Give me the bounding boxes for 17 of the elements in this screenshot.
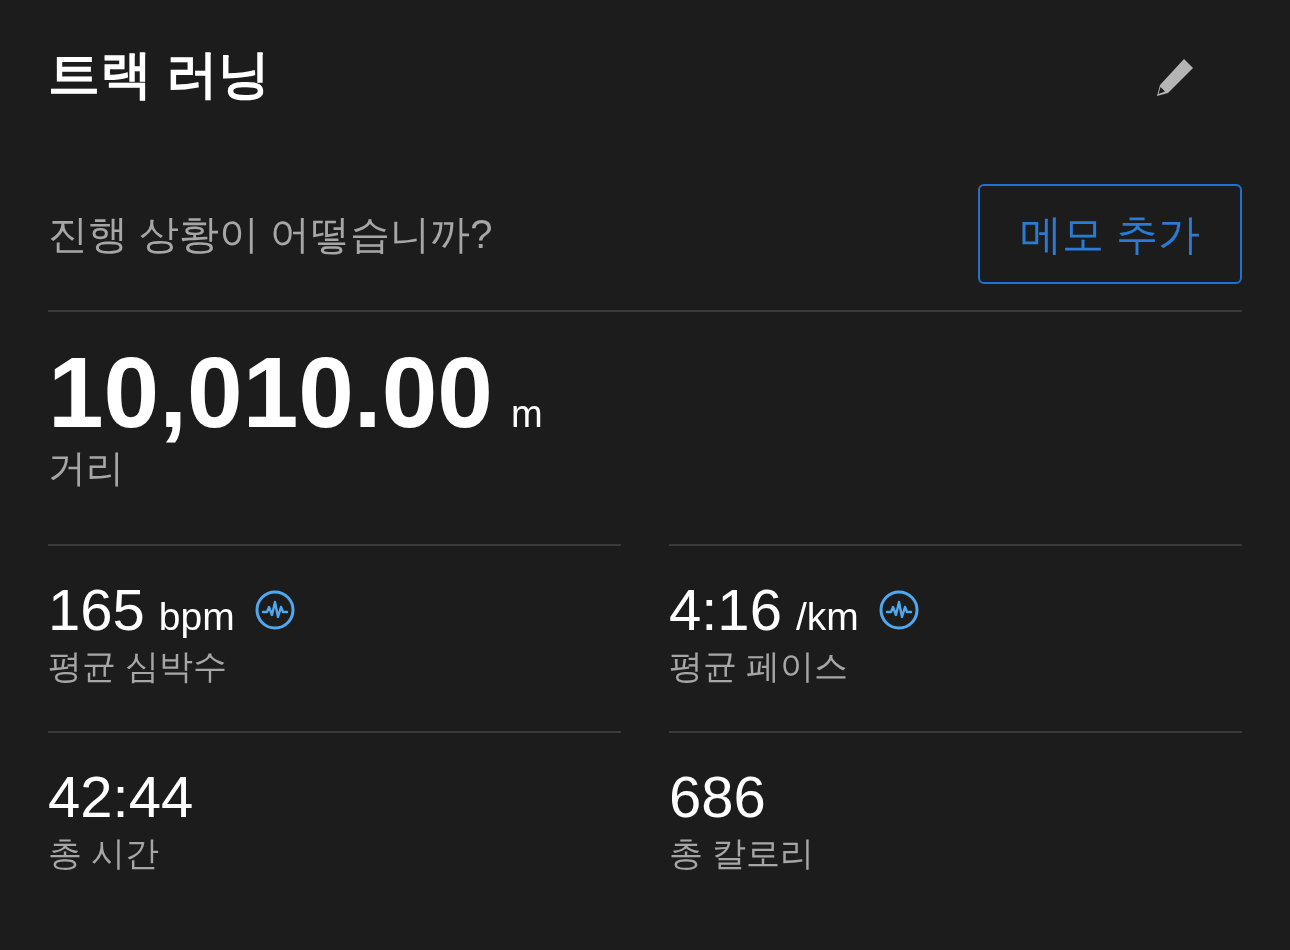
metric-value: 42:44 — [48, 767, 194, 827]
metric-value: 165 — [48, 580, 145, 640]
metric-unit: /km — [795, 596, 859, 638]
metric-label: 평균 페이스 — [669, 646, 850, 686]
distance-label: 거리 — [48, 446, 125, 490]
distance-unit: m — [510, 394, 543, 434]
distance-value: 10,010.00 — [48, 340, 493, 444]
metric-unit: bpm — [158, 596, 235, 638]
add-memo-button[interactable]: 메모 추가 — [978, 184, 1242, 284]
metric-value: 4:16 — [669, 580, 782, 640]
progress-question: 진행 상황이 어떻습니까? — [48, 211, 493, 258]
metric-label: 총 칼로리 — [669, 833, 816, 873]
metric-label: 평균 심박수 — [48, 646, 229, 686]
pencil-icon — [1154, 56, 1196, 98]
page-title: 트랙 러닝 — [48, 44, 271, 105]
metric-label: 총 시간 — [48, 833, 161, 873]
metric-value: 686 — [669, 767, 766, 827]
